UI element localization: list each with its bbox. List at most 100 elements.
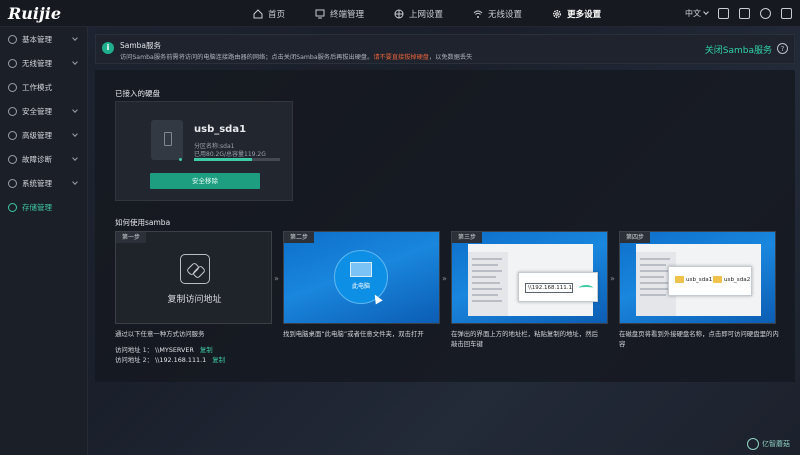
explorer-row (472, 300, 502, 302)
nav-more-settings-label: 更多设置 (567, 9, 602, 20)
nav-wireless[interactable]: 无线设置 (473, 0, 522, 27)
explorer-row (640, 264, 666, 266)
chevron-down-icon (703, 9, 709, 15)
edit-icon[interactable] (718, 8, 729, 19)
nav-home[interactable]: 首页 (253, 0, 285, 27)
chevron-down-icon (72, 155, 78, 161)
explorer-row (472, 288, 502, 290)
copy-address-2-link[interactable]: 复制 (212, 356, 225, 364)
step-4-desc: 在磁盘页将看到外接硬盘名称，点击即可访问硬盘里的内容 (619, 330, 779, 348)
advanced-icon (8, 130, 17, 140)
main-nav: 首页 终端管理 上网设置 无线设置 更多设置 (253, 0, 631, 27)
folder-icon (713, 276, 722, 283)
chevron-down-icon (72, 179, 78, 185)
address-row-1: 访问地址 1： \\MYSERVER 复制 (115, 345, 213, 355)
double-chevron-icon: » (610, 274, 615, 283)
disk-usage-bar (194, 158, 280, 161)
banner-warning: 请不要直接拔掉硬盘 (373, 54, 429, 61)
explorer-row (472, 294, 498, 296)
sidebar-item-label: 故障诊断 (22, 154, 52, 164)
sidebar-item-advanced[interactable]: 高级管理 (0, 123, 87, 147)
nav-terminal[interactable]: 终端管理 (315, 0, 364, 27)
sidebar-item-workmode[interactable]: 工作模式 (0, 75, 87, 99)
double-chevron-icon: » (274, 274, 279, 283)
disk-usage: 已用80.2G/总容量119.2G (194, 151, 266, 158)
explorer-window: \\192.168.111.1 (468, 244, 598, 316)
disk-name: usb_sda1 (194, 124, 247, 135)
samba-banner: i Samba服务 访问Samba服务前需将访问的电脑连接路由器的网络；点击关闭… (95, 34, 795, 64)
step-tag: 第四步 (620, 232, 651, 243)
sidebar-item-label: 基本管理 (22, 34, 52, 44)
nav-home-label: 首页 (268, 9, 286, 20)
step-2-desc: 找到电脑桌面“此电脑”或者任意文件夹，双击打开 (283, 330, 424, 338)
home-icon (253, 8, 263, 18)
wireless-icon (8, 58, 17, 68)
logout-icon[interactable] (781, 8, 792, 19)
grid-icon[interactable] (739, 8, 750, 19)
banner-title: Samba服务 (120, 41, 162, 50)
sidebar-item-system[interactable]: 系统管理 (0, 171, 87, 195)
sidebar-item-label: 高级管理 (22, 130, 52, 140)
curved-arrow-icon (579, 285, 593, 291)
explorer-row (472, 258, 502, 260)
step-tag: 第三步 (452, 232, 483, 243)
workmode-icon (8, 82, 17, 92)
this-pc-label: 此电脑 (352, 283, 371, 290)
nav-internet[interactable]: 上网设置 (394, 0, 443, 27)
address-1-label: 访问地址 1： (115, 346, 154, 354)
explorer-sidebar (468, 252, 508, 316)
language-select[interactable]: 中文 (685, 8, 701, 19)
computer-icon (350, 262, 372, 277)
step-1-label: 复制访问地址 (167, 295, 222, 305)
sidebar-item-basic[interactable]: 基本管理 (0, 27, 87, 51)
explorer-row (472, 264, 498, 266)
safe-remove-button[interactable]: 安全移除 (150, 173, 260, 189)
top-right-tools: 中文 (685, 0, 792, 27)
ruijie-logo[interactable]: Ruijie (8, 4, 61, 23)
gear-icon (553, 9, 562, 18)
copy-address-1-link[interactable]: 复制 (200, 346, 213, 354)
share-popup: usb_sda1 usb_sda2 (668, 266, 752, 296)
chevron-down-icon (72, 131, 78, 137)
storage-icon (8, 202, 17, 212)
usb-drive-icon (151, 120, 183, 160)
sidebar-item-label: 存储管理 (22, 202, 52, 212)
pin-icon[interactable] (760, 8, 771, 19)
step-3-card: \\192.168.111.1 第三步 (451, 231, 608, 324)
help-icon[interactable]: ? (777, 43, 788, 54)
address-2-value: \\192.168.111.1 (155, 356, 207, 364)
sidebar-item-storage[interactable]: 存储管理 (0, 195, 87, 219)
sidebar-item-label: 工作模式 (22, 82, 52, 92)
main-panel: 已接入的硬盘 usb_sda1 分区名称:sda1 已用80.2G/总容量119… (95, 70, 795, 382)
watermark-text: 亿智蘑菇 (762, 440, 790, 448)
basic-icon (8, 34, 17, 44)
samba-info-icon: i (102, 42, 114, 54)
address-popup: \\192.168.111.1 (518, 272, 598, 302)
sidebar-item-wireless[interactable]: 无线管理 (0, 51, 87, 75)
explorer-row (640, 258, 670, 260)
close-samba-button[interactable]: 关闭Samba服务 (705, 43, 772, 56)
shield-icon (8, 106, 17, 116)
status-dot (179, 158, 182, 161)
step-1-card: 第一步 复制访问地址 (115, 231, 272, 324)
chevron-down-icon (72, 107, 78, 113)
step-2-card: 第二步 此电脑 (283, 231, 440, 324)
step-1-desc: 通过以下任意一种方式访问服务 (115, 330, 205, 338)
explorer-row (640, 288, 670, 290)
sidebar-item-label: 安全管理 (22, 106, 52, 116)
sidebar-item-label: 系统管理 (22, 178, 52, 188)
explorer-row (640, 282, 668, 284)
double-chevron-icon: » (442, 274, 447, 283)
disk-card: usb_sda1 分区名称:sda1 已用80.2G/总容量119.2G 安全移… (115, 101, 293, 201)
nav-more-settings[interactable]: 更多设置 (552, 0, 601, 27)
howto-section-title: 如何使用samba (115, 218, 171, 227)
banner-desc-text: 访问Samba服务前需将访问的电脑连接路由器的网络；点击关闭Samba服务后再拔… (120, 54, 374, 61)
disk-section-title: 已接入的硬盘 (115, 89, 160, 98)
wifi-icon (473, 10, 483, 18)
share-b-name: usb_sda2 (724, 277, 751, 283)
sidebar: 基本管理 无线管理 工作模式 安全管理 高级管理 故障诊断 系统管理 存储管理 (0, 27, 88, 455)
sidebar-item-security[interactable]: 安全管理 (0, 99, 87, 123)
sidebar-item-diagnosis[interactable]: 故障诊断 (0, 147, 87, 171)
share-a-name: usb_sda1 (686, 277, 713, 283)
step-4-card: usb_sda1 usb_sda2 第四步 (619, 231, 776, 324)
